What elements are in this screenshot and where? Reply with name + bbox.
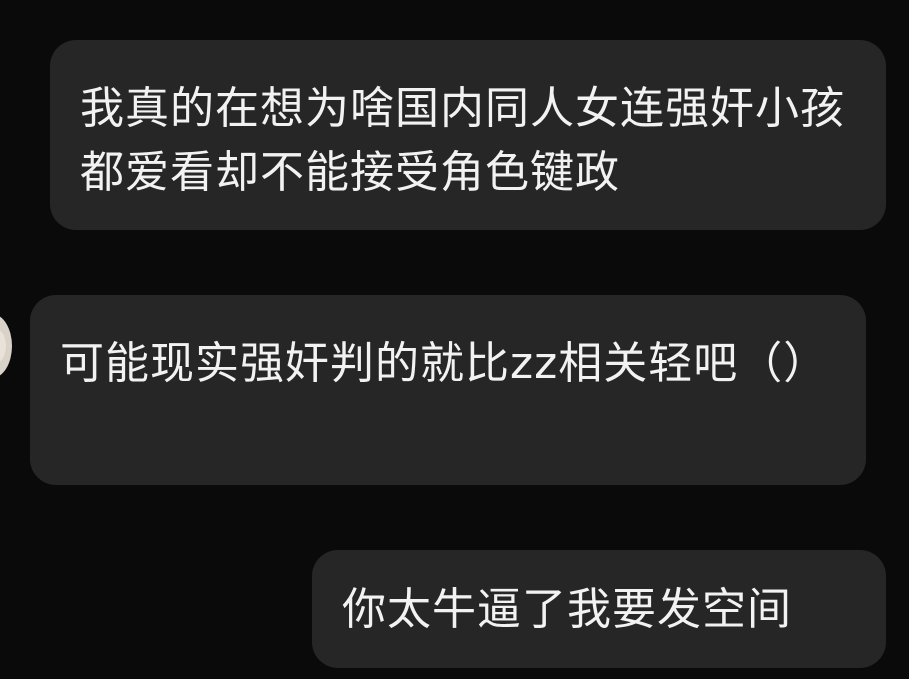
sender-avatar[interactable] bbox=[0, 314, 12, 378]
message-bubble[interactable]: 我真的在想为啥国内同人女连强奸小孩都爱看却不能接受角色键政 bbox=[50, 40, 886, 230]
message-bubble-own[interactable]: 你太牛逼了我要发空间 bbox=[312, 550, 886, 668]
chat-conversation: 我真的在想为啥国内同人女连强奸小孩都爱看却不能接受角色键政 可能现实强奸判的就比… bbox=[0, 0, 909, 679]
message-bubble[interactable]: 可能现实强奸判的就比zz相关轻吧（） bbox=[30, 295, 866, 485]
